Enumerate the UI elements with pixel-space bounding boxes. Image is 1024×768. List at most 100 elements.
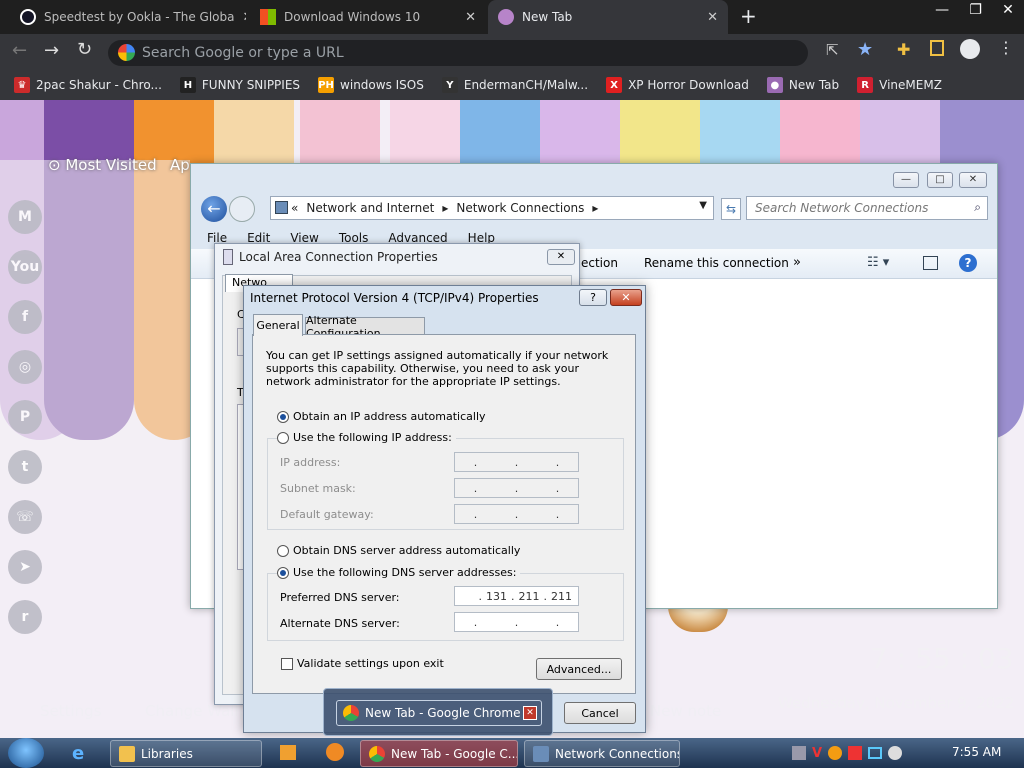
use-dns-radio[interactable]: Use the following DNS server addresses: [277, 566, 521, 579]
tray-icon[interactable] [828, 746, 843, 760]
bookmark-item[interactable]: Y EndermanCH/Malw... [441, 77, 588, 93]
taskbar-thumbnail[interactable]: New Tab - Google Chrome ✕ [323, 688, 553, 736]
tab-speedtest[interactable]: Speedtest by Ookla - The Globa ✕ [10, 0, 246, 34]
preview-pane-icon[interactable] [923, 256, 938, 270]
social-link-icon[interactable]: You [8, 250, 42, 284]
tab-alternate-configuration[interactable]: Alternate Configuration [305, 314, 425, 340]
close-icon[interactable]: ✕ [523, 706, 537, 720]
validate-checkbox[interactable]: Validate settings upon exit [281, 657, 444, 670]
breadcrumb-network-connections[interactable]: Network Connections [456, 201, 584, 215]
tray-icon[interactable] [792, 746, 806, 760]
new-tab-button[interactable]: + [740, 4, 757, 28]
tab-label: Speedtest by Ookla - The Globa [44, 10, 235, 24]
omnibox[interactable]: Search Google or type a URL [108, 40, 808, 66]
taskbar-label: Network Connections [555, 746, 680, 761]
advanced-button[interactable]: Advanced... [536, 658, 622, 680]
bookmark-item[interactable]: ♛ 2pac Shakur - Chro... [14, 77, 162, 93]
chevron-down-icon[interactable]: ▼ [699, 200, 707, 211]
bookmark-item[interactable]: H FUNNY SNIPPIES [179, 77, 300, 93]
ip-dot: . [543, 589, 548, 603]
preferred-dns-field[interactable]: . 131 . 211 . 211 [454, 586, 579, 606]
network-folder-icon [533, 745, 549, 762]
social-link-icon[interactable]: M [8, 200, 42, 234]
forward-arrow-icon[interactable]: → [44, 40, 59, 61]
start-button[interactable] [8, 738, 44, 768]
help-icon[interactable]: ? [959, 254, 977, 272]
close-icon[interactable]: ✕ [465, 10, 476, 25]
google-icon [118, 44, 135, 61]
obtain-dns-auto-radio[interactable]: Obtain DNS server address automatically [277, 544, 520, 557]
chevron-right-icon[interactable]: ▸ [592, 201, 598, 215]
address-bar[interactable]: « Network and Internet ▸ Network Connect… [270, 196, 714, 220]
cancel-button[interactable]: Cancel [564, 702, 636, 724]
social-link-icon[interactable]: t [8, 450, 42, 484]
bookmark-item[interactable]: ● New Tab [766, 77, 839, 93]
taskbar-chrome[interactable]: New Tab - Google C... [360, 740, 518, 767]
social-link-icon[interactable]: f [8, 300, 42, 334]
social-link-icon[interactable]: ☏ [8, 500, 42, 534]
social-link-icon[interactable]: ◎ [8, 350, 42, 384]
thumbnail-label: New Tab - Google Chrome [365, 706, 521, 720]
view-options-icon[interactable]: ☷ ▾ [867, 255, 889, 270]
forward-arrow-icon[interactable] [229, 196, 255, 222]
apps-link[interactable]: Ap [170, 156, 190, 174]
refresh-icon[interactable]: ⇆ [721, 198, 741, 220]
maximize-icon[interactable]: □ [927, 172, 953, 188]
subnet-mask-field: ... [454, 478, 579, 498]
share-icon[interactable]: ⇱ [826, 41, 839, 59]
app-icon[interactable] [326, 743, 344, 761]
close-button[interactable]: ✕ [610, 289, 642, 306]
back-arrow-icon[interactable]: ← [201, 196, 227, 222]
tab-strip: Speedtest by Ookla - The Globa ✕ Downloa… [0, 0, 1024, 34]
ie-icon[interactable]: e [72, 743, 84, 764]
star-icon[interactable]: ★ [857, 39, 873, 60]
back-arrow-icon[interactable]: ← [12, 40, 27, 61]
most-visited-link[interactable]: ⊙ Most Visited [48, 156, 157, 174]
microsoft-icon [260, 9, 276, 25]
extensions-icon[interactable]: ✚ [897, 40, 910, 59]
tab-download-windows[interactable]: Download Windows 10 ✕ [250, 0, 486, 34]
tray-icon[interactable] [848, 746, 863, 760]
h-icon: H [179, 77, 196, 93]
thumbnail-item[interactable]: New Tab - Google Chrome [336, 700, 542, 726]
new-note-link[interactable]: New note [650, 702, 721, 720]
rename-connection-button[interactable]: Rename this connection [644, 256, 789, 270]
tab-general[interactable]: General [253, 314, 303, 336]
close-icon[interactable]: ✕ [959, 172, 987, 188]
tray-icon[interactable] [868, 747, 883, 759]
tab-new-tab[interactable]: New Tab ✕ [488, 0, 728, 34]
bookmark-item[interactable]: R VineMEMZ [857, 77, 942, 93]
close-icon[interactable]: ✕ [707, 10, 718, 25]
close-icon[interactable]: ✕ [1002, 2, 1014, 28]
alternate-dns-field[interactable]: ... [454, 612, 579, 632]
restore-icon[interactable]: ❐ [969, 2, 982, 28]
social-link-icon[interactable]: P [8, 400, 42, 434]
sidepanel-icon[interactable] [930, 40, 944, 56]
tray-icon[interactable] [888, 746, 903, 760]
menu-icon[interactable]: ⋮ [998, 38, 1014, 57]
bookmark-item[interactable]: X XP Horror Download [606, 77, 749, 93]
reload-icon[interactable]: ↻ [77, 39, 92, 60]
taskbar-libraries[interactable]: Libraries [110, 740, 262, 767]
cmd-partial[interactable]: ection [581, 256, 618, 270]
more-commands-button[interactable]: » [793, 255, 801, 270]
use-ip-radio[interactable]: Use the following IP address: [277, 431, 456, 444]
social-link-icon[interactable]: r [8, 600, 42, 634]
taskbar-network-connections[interactable]: Network Connections [524, 740, 680, 767]
close-icon[interactable]: ✕ [242, 10, 246, 25]
obtain-ip-auto-radio[interactable]: Obtain an IP address automatically [277, 410, 486, 423]
help-button[interactable]: ? [579, 289, 607, 306]
minimize-icon[interactable]: — [893, 172, 919, 188]
bookmark-label: 2pac Shakur - Chro... [36, 78, 162, 92]
breadcrumb-network-internet[interactable]: Network and Internet [306, 201, 434, 215]
profile-avatar[interactable] [960, 39, 980, 59]
chevron-right-icon[interactable]: ▸ [442, 201, 448, 215]
media-player-icon[interactable] [280, 745, 296, 760]
settings-link[interactable]: Settings [40, 702, 102, 720]
minimize-icon[interactable]: — [935, 2, 949, 28]
bookmark-item[interactable]: PH windows ISOS [318, 77, 424, 93]
social-link-icon[interactable]: ➤ [8, 550, 42, 584]
search-input[interactable]: Search Network Connections ⌕ [746, 196, 988, 220]
close-icon[interactable]: ✕ [547, 249, 575, 265]
tray-icon[interactable]: V [812, 746, 822, 761]
